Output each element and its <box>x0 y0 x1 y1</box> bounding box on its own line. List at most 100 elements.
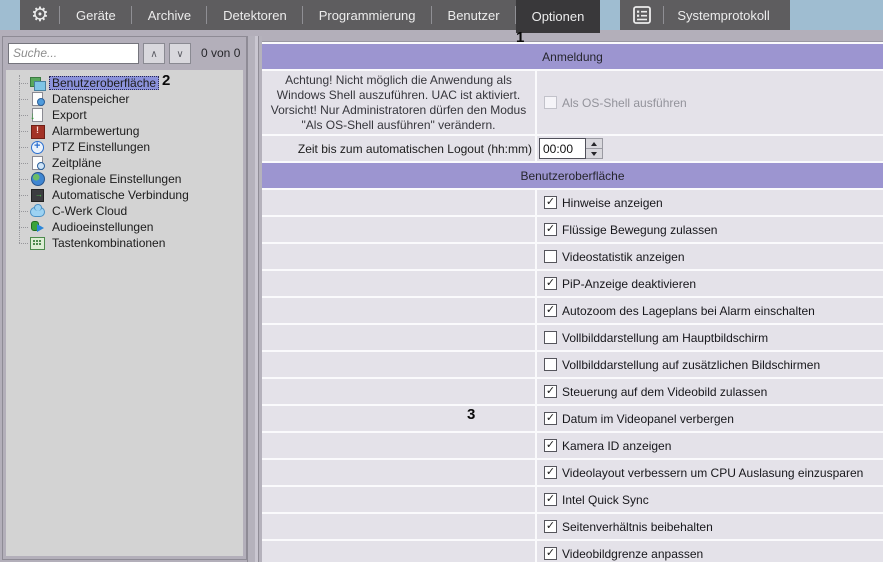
tree-item-label: PTZ Einstellungen <box>49 140 153 154</box>
os-shell-cell: Als OS-Shell ausführen <box>537 71 883 134</box>
setting-row-spacer <box>262 433 535 458</box>
setting-checkbox[interactable] <box>544 277 557 290</box>
setting-label: Videobildgrenze anpassen <box>562 547 703 561</box>
chevron-down-icon <box>176 44 183 62</box>
setting-cell: Videostatistik anzeigen <box>537 244 883 269</box>
setting-label: Vollbilddarstellung am Hauptbildschirm <box>562 331 768 345</box>
setting-row: PiP-Anzeige deaktivieren <box>262 271 883 296</box>
tree-item-label: Alarmbewertung <box>49 124 142 138</box>
setting-checkbox[interactable] <box>544 385 557 398</box>
search-prev-button[interactable] <box>143 43 165 64</box>
setting-row-spacer <box>262 514 535 539</box>
setting-label: Hinweise anzeigen <box>562 196 663 210</box>
menu-tab-label: Programmierung <box>319 8 416 23</box>
tree-item[interactable]: Regionale Einstellungen <box>6 171 243 187</box>
menu-tab[interactable]: Detektoren <box>207 0 303 30</box>
log-report-icon <box>631 4 653 26</box>
setting-row: Intel Quick Sync <box>262 487 883 512</box>
setting-label: Intel Quick Sync <box>562 493 649 507</box>
setting-label: PiP-Anzeige deaktivieren <box>562 277 696 291</box>
setting-checkbox[interactable] <box>544 493 557 506</box>
spinner-buttons <box>586 138 603 159</box>
search-result-count: 0 von 0 <box>201 46 240 60</box>
tree-item-label: Audioeinstellungen <box>49 220 156 234</box>
tree-item-label: Automatische Verbindung <box>49 188 192 202</box>
setting-checkbox[interactable] <box>544 439 557 452</box>
setting-row-spacer <box>262 271 535 296</box>
system-log-group: Systemprotokoll <box>620 0 789 30</box>
setting-cell: Videobildgrenze anpassen <box>537 541 883 562</box>
menu-tab[interactable]: Optionen <box>516 0 601 33</box>
search-next-button[interactable] <box>169 43 191 64</box>
tree-item[interactable]: C-Werk Cloud <box>6 203 243 219</box>
setting-row-spacer <box>262 298 535 323</box>
tree-item[interactable]: Export <box>6 107 243 123</box>
menu-tab[interactable]: Benutzer <box>432 0 516 30</box>
setting-checkbox[interactable] <box>544 466 557 479</box>
setting-label: Videolayout verbessern um CPU Auslasung … <box>562 466 863 480</box>
setting-checkbox[interactable] <box>544 250 557 263</box>
logout-time-input[interactable] <box>539 138 586 159</box>
setting-checkbox[interactable] <box>544 223 557 236</box>
setting-checkbox[interactable] <box>544 304 557 317</box>
setting-row: Datum im Videopanel verbergen <box>262 406 883 431</box>
globe-icon <box>30 172 45 186</box>
tree-item[interactable]: Audioeinstellungen <box>6 219 243 235</box>
menu-tab-label: Geräte <box>76 8 116 23</box>
panel-splitter[interactable] <box>247 36 262 562</box>
tree-item[interactable]: Zeitpläne <box>6 155 243 171</box>
menu-tab[interactable]: Geräte <box>60 0 132 30</box>
menu-tab-label: Optionen <box>532 9 585 24</box>
tree-item[interactable]: Tastenkombinationen <box>6 235 243 251</box>
setting-row-spacer <box>262 487 535 512</box>
setting-label: Flüssige Bewegung zulassen <box>562 223 717 237</box>
system-log-button[interactable] <box>620 0 664 30</box>
setting-label: Autozoom des Lageplans bei Alarm einscha… <box>562 304 815 318</box>
setting-row-spacer <box>262 190 535 215</box>
settings-gear-button[interactable] <box>20 0 60 30</box>
setting-label: Kamera ID anzeigen <box>562 439 671 453</box>
tree-item[interactable]: Benutzeroberfläche <box>6 75 243 91</box>
document-search-icon <box>30 92 45 106</box>
keyboard-icon <box>30 236 45 250</box>
search-input[interactable] <box>8 43 139 64</box>
setting-cell: Videolayout verbessern um CPU Auslasung … <box>537 460 883 485</box>
os-shell-label: Als OS-Shell ausführen <box>562 96 687 110</box>
setting-row-spacer <box>262 541 535 562</box>
setting-row: Vollbilddarstellung am Hauptbildschirm <box>262 325 883 350</box>
setting-row-spacer <box>262 379 535 404</box>
main-menu-group: Geräte Archive Detektoren Programmierung… <box>20 0 600 30</box>
setting-cell: Kamera ID anzeigen <box>537 433 883 458</box>
top-menu-bar: Geräte Archive Detektoren Programmierung… <box>0 0 883 30</box>
setting-checkbox[interactable] <box>544 196 557 209</box>
setting-checkbox[interactable] <box>544 331 557 344</box>
section-title: Benutzeroberfläche <box>520 169 624 183</box>
tree-item[interactable]: PTZ Einstellungen <box>6 139 243 155</box>
logout-cell <box>537 136 883 161</box>
setting-checkbox[interactable] <box>544 412 557 425</box>
setting-label: Datum im Videopanel verbergen <box>562 412 734 426</box>
spin-down-button[interactable] <box>586 148 602 158</box>
setting-checkbox[interactable] <box>544 358 557 371</box>
tree-item[interactable]: Datenspeicher <box>6 91 243 107</box>
corner-spacer <box>0 0 20 30</box>
tree-item-label: Tastenkombinationen <box>49 236 168 250</box>
ui-settings-rows: Hinweise anzeigen Flüssige Bewegung zula… <box>262 190 883 562</box>
tree-item[interactable]: Automatische Verbindung <box>6 187 243 203</box>
settings-sidebar: 0 von 0 Benutzeroberfläche Datenspeicher… <box>2 36 247 560</box>
tree-item-label: Datenspeicher <box>49 92 132 106</box>
auto-connect-icon <box>30 188 45 202</box>
menu-tabs: Geräte Archive Detektoren Programmierung… <box>60 0 600 30</box>
system-log-label[interactable]: Systemprotokoll <box>664 0 789 30</box>
setting-cell: Hinweise anzeigen <box>537 190 883 215</box>
setting-cell: Vollbilddarstellung am Hauptbildschirm <box>537 325 883 350</box>
audio-icon <box>30 220 45 234</box>
tree-item[interactable]: Alarmbewertung <box>6 123 243 139</box>
spin-up-button[interactable] <box>586 139 602 148</box>
tree-item-label: Benutzeroberfläche <box>49 76 159 90</box>
annotation-marker-2: 2 <box>162 72 170 89</box>
setting-checkbox[interactable] <box>544 520 557 533</box>
setting-checkbox[interactable] <box>544 547 557 560</box>
menu-tab[interactable]: Programmierung <box>303 0 432 30</box>
menu-tab[interactable]: Archive <box>132 0 207 30</box>
